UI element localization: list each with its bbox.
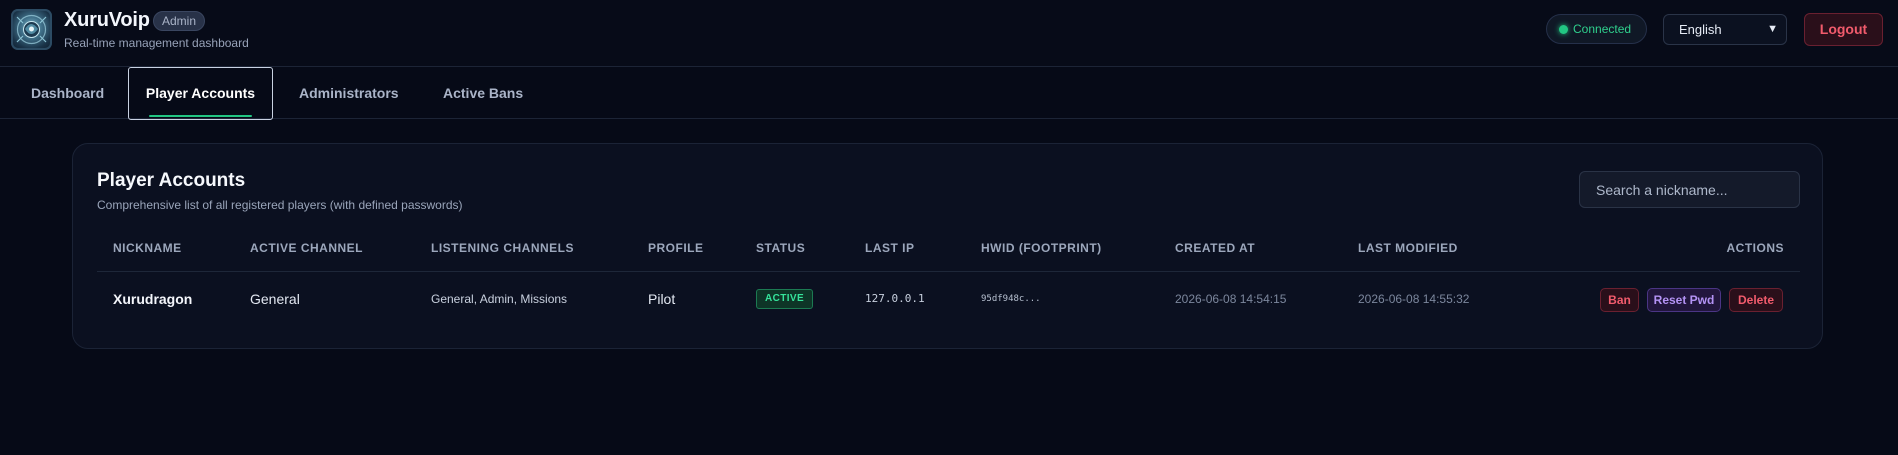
cell-hwid: 95df948c... xyxy=(981,294,1041,304)
cell-created-at: 2026-06-08 14:54:15 xyxy=(1175,292,1287,306)
delete-button[interactable]: Delete xyxy=(1729,288,1783,312)
top-header: XuruVoip Admin Real-time management dash… xyxy=(0,0,1898,67)
tab-dashboard[interactable]: Dashboard xyxy=(31,67,104,119)
cell-listening-channels: General, Admin, Missions xyxy=(431,292,568,306)
cell-profile: Pilot xyxy=(648,291,676,307)
tab-label: Player Accounts xyxy=(145,85,256,101)
app-logo xyxy=(11,9,52,50)
table-header: Nickname Active Channel Listening Channe… xyxy=(97,236,1800,272)
reset-password-button[interactable]: Reset Pwd xyxy=(1647,288,1721,312)
column-header-listening-channels: Listening Channels xyxy=(431,241,575,255)
column-header-active-channel: Active Channel xyxy=(250,241,364,255)
language-select-value: English xyxy=(1679,22,1722,37)
language-select[interactable]: English ▼ xyxy=(1663,14,1787,45)
column-header-last-ip: Last IP xyxy=(865,241,915,255)
status-dot-icon xyxy=(1559,25,1568,34)
cell-last-ip: 127.0.0.1 xyxy=(865,292,925,305)
logout-button[interactable]: Logout xyxy=(1804,13,1883,46)
cell-nickname: Xurudragon xyxy=(113,291,193,307)
connection-status-label: Connected xyxy=(1573,22,1632,36)
cell-last-modified: 2026-06-08 14:55:32 xyxy=(1358,292,1470,306)
active-tab-indicator xyxy=(149,115,252,117)
status-badge: ACTIVE xyxy=(756,289,814,309)
main-tabs: Dashboard Player Accounts Administrators… xyxy=(0,67,1898,120)
admin-badge: Admin xyxy=(153,11,206,31)
cell-active-channel: General xyxy=(250,291,300,307)
column-header-actions: Actions xyxy=(1726,241,1784,255)
app-title: XuruVoip xyxy=(64,9,150,31)
column-header-last-modified: Last Modified xyxy=(1358,241,1458,255)
tab-player-accounts[interactable]: Player Accounts xyxy=(128,67,273,120)
app-subtitle: Real-time management dashboard xyxy=(64,36,249,50)
column-header-nickname: Nickname xyxy=(113,241,182,255)
column-header-profile: Profile xyxy=(648,241,704,255)
ban-button[interactable]: Ban xyxy=(1600,288,1639,312)
chevron-down-icon: ▼ xyxy=(1767,23,1778,35)
tab-active-bans[interactable]: Active Bans xyxy=(443,67,523,119)
column-header-created-at: Created At xyxy=(1175,241,1256,255)
table-row: Xurudragon General General, Admin, Missi… xyxy=(97,273,1800,325)
connection-status-badge: Connected xyxy=(1546,14,1647,44)
column-header-status: Status xyxy=(756,241,806,255)
column-header-hwid: HWID (Footprint) xyxy=(981,241,1102,255)
card-title: Player Accounts xyxy=(97,170,246,191)
search-input[interactable] xyxy=(1579,171,1800,208)
tab-administrators[interactable]: Administrators xyxy=(299,67,399,119)
player-accounts-card: Player Accounts Comprehensive list of al… xyxy=(72,143,1823,349)
card-subtitle: Comprehensive list of all registered pla… xyxy=(97,198,463,212)
